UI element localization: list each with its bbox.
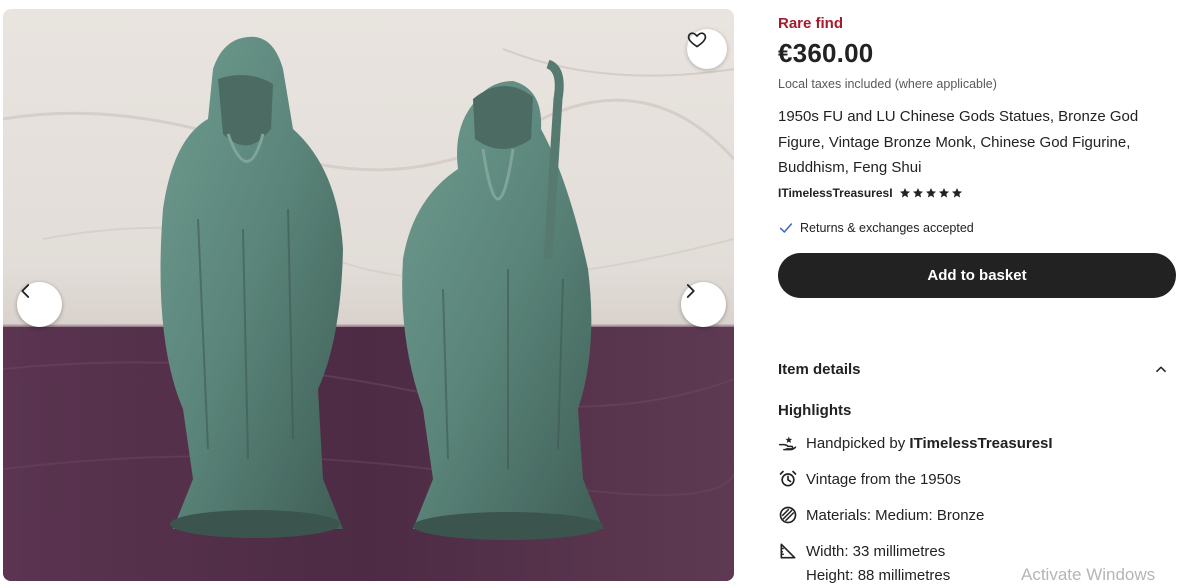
star-icon bbox=[899, 188, 910, 198]
height-text: Height: 88 millimetres bbox=[806, 567, 951, 584]
activate-windows-watermark: Activate Windows bbox=[1021, 565, 1156, 584]
next-image-button[interactable] bbox=[681, 282, 726, 327]
chevron-right-icon bbox=[686, 284, 695, 298]
returns-label: Returns & exchanges accepted bbox=[800, 221, 974, 235]
hand-icon bbox=[778, 433, 798, 453]
highlight-handpicked: Handpicked by ITimelessTreasuresI bbox=[778, 433, 1053, 453]
star-icon bbox=[912, 188, 923, 198]
photo-image bbox=[3, 36, 734, 581]
materials-icon bbox=[778, 505, 798, 525]
add-to-basket-button[interactable]: Add to basket bbox=[778, 253, 1176, 298]
tax-note: Local taxes included (where applicable) bbox=[778, 77, 997, 91]
vintage-text: Vintage from the 1950s bbox=[806, 470, 961, 488]
materials-text: Materials: Medium: Bronze bbox=[806, 506, 985, 524]
price: €360.00 bbox=[778, 38, 874, 68]
handpicked-text: Handpicked by ITimelessTreasuresI bbox=[806, 435, 1053, 452]
highlight-vintage: Vintage from the 1950s bbox=[778, 469, 961, 489]
alarm-clock-icon bbox=[778, 469, 798, 489]
previous-image-button[interactable] bbox=[17, 282, 62, 327]
heart-icon bbox=[687, 32, 707, 48]
check-icon bbox=[779, 223, 793, 233]
item-details-toggle[interactable]: Item details bbox=[778, 358, 1168, 380]
rare-find-label: Rare find bbox=[778, 15, 844, 32]
highlight-materials: Materials: Medium: Bronze bbox=[778, 505, 984, 525]
listing-title: 1950s FU and LU Chinese Gods Statues, Br… bbox=[778, 108, 1139, 176]
rating-stars[interactable] bbox=[899, 187, 963, 199]
star-icon bbox=[951, 188, 962, 198]
favorite-button[interactable] bbox=[687, 29, 727, 69]
star-icon bbox=[938, 188, 949, 198]
shop-row: ITimelessTreasuresI bbox=[778, 186, 963, 200]
shop-name-link[interactable]: ITimelessTreasuresI bbox=[778, 186, 893, 200]
chevron-left-icon bbox=[21, 284, 30, 298]
chevron-up-icon bbox=[1156, 366, 1166, 373]
listing-photo[interactable] bbox=[3, 9, 734, 581]
handpicked-shop-link[interactable]: ITimelessTreasuresI bbox=[909, 435, 1052, 452]
width-text: Width: 33 millimetres bbox=[806, 542, 946, 560]
highlight-dimensions: Width: 33 millimetres bbox=[778, 541, 945, 561]
star-icon bbox=[925, 188, 936, 198]
highlights-heading: Highlights bbox=[778, 402, 852, 419]
ruler-icon bbox=[778, 541, 798, 561]
item-details-label: Item details bbox=[778, 360, 861, 378]
returns-policy: Returns & exchanges accepted bbox=[778, 220, 974, 236]
handpicked-prefix: Handpicked by bbox=[806, 434, 910, 452]
